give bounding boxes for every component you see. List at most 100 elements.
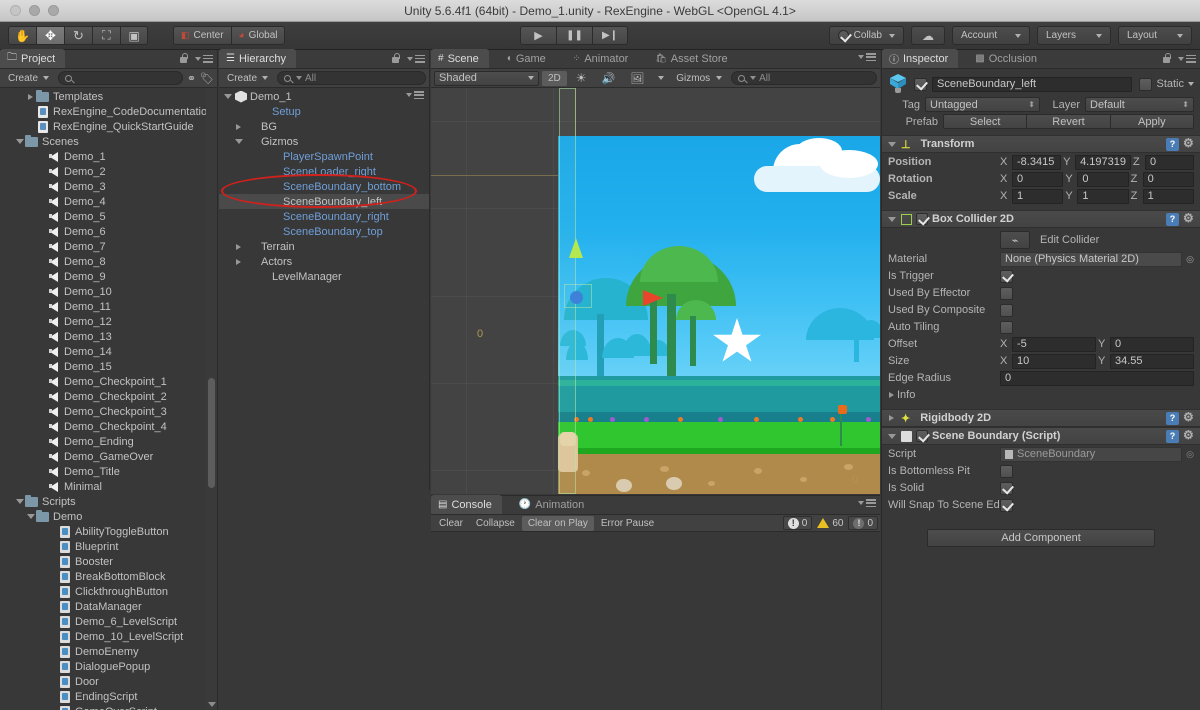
- project-item[interactable]: Demo_Checkpoint_2: [0, 389, 217, 404]
- foldout-arrow-icon[interactable]: [886, 141, 897, 147]
- project-item[interactable]: Demo_Title: [0, 464, 217, 479]
- hierarchy-item[interactable]: Terrain: [219, 239, 429, 254]
- object-enabled-checkbox[interactable]: [914, 77, 927, 91]
- project-item[interactable]: Demo_2: [0, 164, 217, 179]
- panel-menu-icon[interactable]: [856, 53, 876, 61]
- tab-occlusion[interactable]: ▩ Occlusion: [968, 49, 1047, 68]
- project-item[interactable]: Demo_6_LevelScript: [0, 614, 217, 629]
- project-item[interactable]: Demo_11: [0, 299, 217, 314]
- script-enabled-checkbox[interactable]: [916, 430, 928, 442]
- hierarchy-item[interactable]: BG: [219, 119, 429, 134]
- script-object-field[interactable]: SceneBoundary: [1000, 446, 1183, 462]
- panel-menu-icon[interactable]: [1176, 54, 1196, 63]
- console-error-pause-button[interactable]: Error Pause: [595, 516, 660, 531]
- scene-search-input[interactable]: All: [731, 71, 877, 85]
- foldout-arrow-icon[interactable]: [222, 94, 233, 99]
- help-icon[interactable]: ?: [1166, 411, 1179, 425]
- used-by-composite-checkbox[interactable]: [1000, 303, 1013, 317]
- console-log-list[interactable]: [431, 532, 880, 710]
- prefab-apply-button[interactable]: Apply: [1109, 114, 1194, 129]
- material-object-field[interactable]: None (Physics Material 2D): [1000, 251, 1183, 267]
- project-scrollbar[interactable]: [206, 88, 217, 710]
- hierarchy-tree[interactable]: Demo_1 Setup BG Gizmos PlayerSpawnPoint Scene…: [219, 88, 429, 490]
- foldout-arrow-icon[interactable]: [886, 216, 897, 222]
- handle-space-button[interactable]: ◕ Global: [230, 26, 286, 45]
- scene-tab-controls[interactable]: [856, 53, 876, 61]
- move-gizmo-x-axis[interactable]: [643, 290, 663, 306]
- project-item[interactable]: Booster: [0, 554, 217, 569]
- foldout-arrow-icon[interactable]: [25, 93, 36, 100]
- layers-button[interactable]: Layers: [1037, 26, 1111, 45]
- object-name-input[interactable]: SceneBoundary_left: [932, 76, 1133, 92]
- gear-icon[interactable]: [1183, 428, 1196, 443]
- hierarchy-item[interactable]: Demo_1: [219, 89, 429, 104]
- collab-button[interactable]: Collab: [828, 26, 904, 45]
- project-item[interactable]: Demo_13: [0, 329, 217, 344]
- hierarchy-create-button[interactable]: Create: [222, 71, 273, 86]
- panel-menu-icon[interactable]: [193, 54, 213, 63]
- hierarchy-tab-controls[interactable]: [391, 53, 425, 64]
- edge-radius-input[interactable]: 0: [1000, 370, 1194, 386]
- chevron-down-icon[interactable]: [1188, 82, 1194, 86]
- hierarchy-item[interactable]: PlayerSpawnPoint: [219, 149, 429, 164]
- hierarchy-item[interactable]: SceneBoundary_bottom: [219, 179, 429, 194]
- layer-dropdown[interactable]: Default ⬍: [1085, 97, 1194, 112]
- is-trigger-checkbox[interactable]: [1000, 269, 1013, 283]
- info-foldout-row[interactable]: Info: [882, 386, 1200, 403]
- move-gizmo-y-axis[interactable]: [569, 238, 583, 258]
- prefab-revert-button[interactable]: Revert: [1026, 114, 1110, 129]
- pause-button[interactable]: ❚❚: [556, 26, 592, 45]
- cloud-button[interactable]: ☁: [911, 26, 945, 45]
- project-item[interactable]: Demo_6: [0, 224, 217, 239]
- lock-icon[interactable]: [391, 53, 400, 64]
- project-item[interactable]: Demo_Checkpoint_3: [0, 404, 217, 419]
- scale-z-input[interactable]: 1: [1142, 188, 1194, 204]
- maximize-window-button[interactable]: [48, 5, 59, 16]
- foldout-arrow-icon[interactable]: [14, 499, 25, 504]
- pivot-mode-button[interactable]: ◧ Center: [173, 26, 231, 45]
- project-item[interactable]: EndingScript: [0, 689, 217, 704]
- project-item[interactable]: Demo_5: [0, 209, 217, 224]
- console-log-count[interactable]: ! 0: [848, 516, 878, 530]
- project-item[interactable]: Demo_10_LevelScript: [0, 629, 217, 644]
- project-search-input[interactable]: [58, 71, 183, 85]
- project-list[interactable]: Templates RexEngine_CodeDocumentation RexE…: [0, 88, 217, 710]
- box-collider-enabled-checkbox[interactable]: [916, 213, 928, 225]
- foldout-arrow-icon[interactable]: [886, 392, 897, 398]
- project-tree[interactable]: Templates RexEngine_CodeDocumentation RexE…: [0, 88, 217, 710]
- account-button[interactable]: Account: [952, 26, 1030, 45]
- object-picker-icon[interactable]: ◎: [1186, 254, 1194, 265]
- add-component-button[interactable]: Add Component: [927, 529, 1155, 547]
- foldout-arrow-icon[interactable]: [233, 243, 244, 250]
- rotation-vector-field[interactable]: X 0 Y 0 Z 0: [1000, 171, 1194, 187]
- tab-asset-store[interactable]: 🛍 Asset Store: [648, 49, 737, 68]
- help-icon[interactable]: ?: [1166, 429, 1179, 443]
- toggle-audio-button[interactable]: 🔊: [596, 71, 622, 86]
- foldout-arrow-icon[interactable]: [233, 139, 244, 144]
- scene-context-menu-icon[interactable]: [404, 91, 424, 99]
- hierarchy-list[interactable]: Demo_1 Setup BG Gizmos PlayerSpawnPoint Scene…: [219, 88, 429, 284]
- rotation-z-input[interactable]: 0: [1142, 171, 1194, 187]
- rigidbody-component-header[interactable]: ✦ Rigidbody 2D ?: [882, 409, 1200, 427]
- panel-menu-icon[interactable]: [405, 54, 425, 63]
- project-item[interactable]: ClickthroughButton: [0, 584, 217, 599]
- minimize-window-button[interactable]: [29, 5, 40, 16]
- shading-mode-dropdown[interactable]: Shaded: [434, 70, 539, 86]
- project-item[interactable]: Minimal: [0, 479, 217, 494]
- panel-menu-icon[interactable]: [856, 499, 876, 507]
- effects-dropdown[interactable]: [653, 71, 667, 86]
- project-item[interactable]: Scripts: [0, 494, 217, 509]
- hierarchy-item[interactable]: SceneLoader_right: [219, 164, 429, 179]
- hierarchy-item[interactable]: SceneBoundary_left: [219, 194, 429, 209]
- project-item[interactable]: Templates: [0, 89, 217, 104]
- project-item[interactable]: Demo_8: [0, 254, 217, 269]
- tab-animator[interactable]: ⁘ Animator: [566, 49, 639, 68]
- foldout-arrow-icon[interactable]: [233, 123, 244, 130]
- edit-collider-button[interactable]: ⌁: [1000, 231, 1030, 249]
- close-window-button[interactable]: [10, 5, 21, 16]
- rotation-y-input[interactable]: 0: [1077, 171, 1129, 187]
- hierarchy-item[interactable]: Setup: [219, 104, 429, 119]
- foldout-arrow-icon[interactable]: [14, 139, 25, 144]
- project-item[interactable]: Demo_12: [0, 314, 217, 329]
- hierarchy-search-input[interactable]: All: [277, 71, 426, 85]
